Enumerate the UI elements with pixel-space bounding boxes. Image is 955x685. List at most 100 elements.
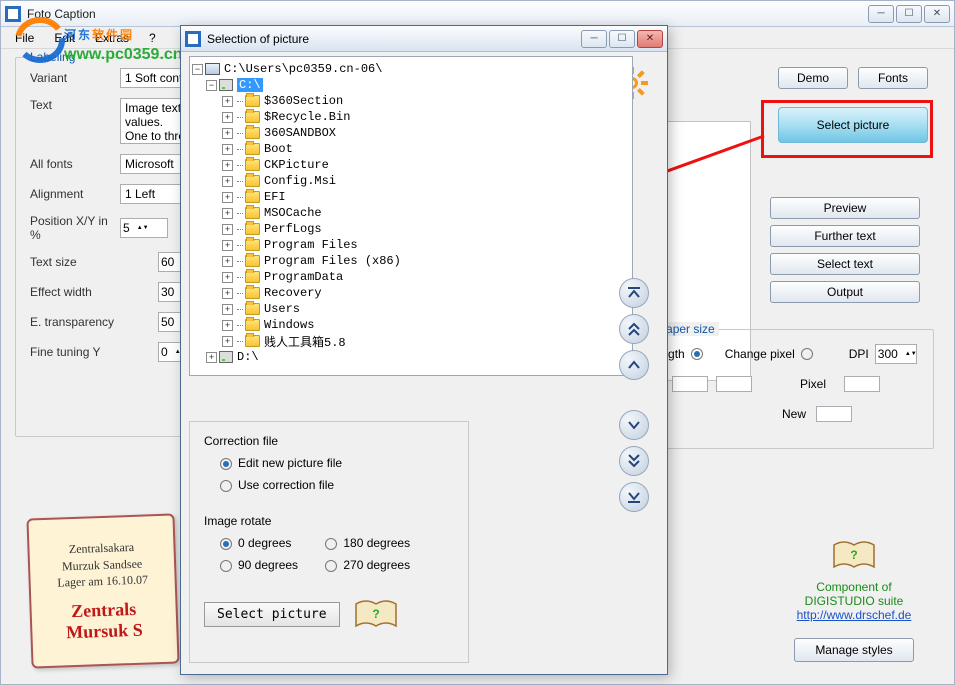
- expander-icon[interactable]: +: [222, 224, 233, 235]
- pixel-field-3[interactable]: [844, 376, 880, 392]
- expander-icon[interactable]: +: [222, 96, 233, 107]
- expander-icon[interactable]: +: [222, 256, 233, 267]
- menu-edit[interactable]: Edit: [46, 29, 83, 47]
- expander-icon[interactable]: +: [222, 160, 233, 171]
- nav-top-button[interactable]: [619, 278, 649, 308]
- computer-icon: [205, 63, 220, 75]
- expander-icon[interactable]: +: [222, 288, 233, 299]
- selection-dialog: Selection of picture ─ ☐ ✕ −C:\Users\pc0…: [180, 25, 668, 675]
- rot0-radio[interactable]: [220, 538, 232, 550]
- rot180-radio[interactable]: [325, 538, 337, 550]
- rot90-radio[interactable]: [220, 560, 232, 572]
- dialog-minimize-button[interactable]: ─: [581, 30, 607, 48]
- tree-folder[interactable]: +Config.Msi: [192, 173, 630, 189]
- expander-icon[interactable]: +: [206, 352, 217, 363]
- etrans-label: E. transparency: [30, 315, 120, 329]
- close-button[interactable]: ✕: [924, 5, 950, 23]
- svg-text:?: ?: [372, 607, 379, 621]
- tree-folder[interactable]: +360SANDBOX: [192, 125, 630, 141]
- tree-folder[interactable]: +$Recycle.Bin: [192, 109, 630, 125]
- select-picture-button[interactable]: Select picture: [778, 107, 928, 143]
- changelen-radio[interactable]: [691, 348, 703, 360]
- minimize-button[interactable]: ─: [868, 5, 894, 23]
- new-label: New: [782, 407, 806, 421]
- tree-folder[interactable]: +Users: [192, 301, 630, 317]
- changepx-radio[interactable]: [801, 348, 813, 360]
- expander-icon[interactable]: +: [222, 320, 233, 331]
- expander-icon[interactable]: +: [222, 208, 233, 219]
- further-text-button[interactable]: Further text: [770, 225, 920, 247]
- dpi-label: DPI: [849, 347, 869, 361]
- expander-icon[interactable]: +: [222, 144, 233, 155]
- expander-icon[interactable]: +: [222, 176, 233, 187]
- new-field[interactable]: [816, 406, 852, 422]
- tree-folder[interactable]: +Program Files: [192, 237, 630, 253]
- nav-up-button[interactable]: [619, 350, 649, 380]
- correction-legend: Correction file: [204, 434, 454, 448]
- manage-styles-button[interactable]: Manage styles: [794, 638, 914, 662]
- tree-folder[interactable]: +EFI: [192, 189, 630, 205]
- dialog-select-picture-button[interactable]: Select picture: [204, 602, 340, 627]
- expander-icon[interactable]: +: [222, 272, 233, 283]
- tree-folder[interactable]: +Boot: [192, 141, 630, 157]
- maximize-button[interactable]: ☐: [896, 5, 922, 23]
- main-titlebar: Foto Caption ─ ☐ ✕: [1, 1, 954, 27]
- folder-icon: [245, 159, 260, 171]
- folder-icon: [245, 207, 260, 219]
- pixel-field-1[interactable]: [672, 376, 708, 392]
- tree-root[interactable]: −C:\Users\pc0359.cn-06\: [192, 61, 630, 77]
- folder-icon: [245, 287, 260, 299]
- output-button[interactable]: Output: [770, 281, 920, 303]
- expander-icon[interactable]: −: [206, 80, 217, 91]
- fonts-button[interactable]: Fonts: [858, 67, 928, 89]
- expander-icon[interactable]: +: [222, 192, 233, 203]
- dialog-maximize-button[interactable]: ☐: [609, 30, 635, 48]
- nav-down-button[interactable]: [619, 410, 649, 440]
- edit-new-radio[interactable]: [220, 458, 232, 470]
- nav-pageup-button[interactable]: [619, 314, 649, 344]
- pixel-field-2[interactable]: [716, 376, 752, 392]
- position-x-input[interactable]: 5▲▼: [120, 218, 168, 238]
- tree-folder[interactable]: +MSOCache: [192, 205, 630, 221]
- position-label: Position X/Y in %: [30, 214, 120, 242]
- dialog-close-button[interactable]: ✕: [637, 30, 663, 48]
- rot270-radio[interactable]: [325, 560, 337, 572]
- finetune-label: Fine tuning Y: [30, 345, 120, 359]
- tree-folder[interactable]: +贱人工具箱5.8: [192, 333, 630, 349]
- expander-icon[interactable]: +: [222, 112, 233, 123]
- tree-folder[interactable]: +CKPicture: [192, 157, 630, 173]
- help-book-icon: ?: [832, 539, 876, 571]
- sample-stamp-1: Zentralsakara Murzuk Sandsee Lager am 16…: [26, 513, 179, 668]
- tree-folder[interactable]: +Windows: [192, 317, 630, 333]
- labeling-legend: Labeling: [26, 50, 79, 64]
- tree-folder[interactable]: +PerfLogs: [192, 221, 630, 237]
- tree-folder[interactable]: +Program Files (x86): [192, 253, 630, 269]
- drive-icon: [219, 79, 233, 91]
- tree-folder[interactable]: +$360Section: [192, 93, 630, 109]
- component-link[interactable]: http://www.drschef.de: [797, 608, 912, 622]
- expander-icon[interactable]: +: [222, 304, 233, 315]
- preview-button[interactable]: Preview: [770, 197, 920, 219]
- expander-icon[interactable]: +: [222, 240, 233, 251]
- textsize-label: Text size: [30, 255, 120, 269]
- folder-icon: [245, 319, 260, 331]
- menu-extras[interactable]: Extras: [87, 29, 137, 47]
- tree-drive-c[interactable]: −C:\: [192, 77, 630, 93]
- folder-tree[interactable]: −C:\Users\pc0359.cn-06\ −C:\ +$360Sectio…: [189, 56, 633, 376]
- dpi-input[interactable]: 300▲▼: [875, 344, 917, 364]
- nav-pagedown-button[interactable]: [619, 446, 649, 476]
- menu-file[interactable]: File: [7, 29, 42, 47]
- tree-drive-d[interactable]: +D:\: [192, 349, 630, 365]
- demo-button[interactable]: Demo: [778, 67, 848, 89]
- nav-bottom-button[interactable]: [619, 482, 649, 512]
- select-text-button[interactable]: Select text: [770, 253, 920, 275]
- expander-icon[interactable]: +: [222, 128, 233, 139]
- help-book-icon[interactable]: ?: [354, 598, 398, 630]
- tree-folder[interactable]: +ProgramData: [192, 269, 630, 285]
- tree-folder[interactable]: +Recovery: [192, 285, 630, 301]
- expander-icon[interactable]: −: [192, 64, 203, 75]
- drive-icon: [219, 351, 233, 363]
- expander-icon[interactable]: +: [222, 336, 233, 347]
- menu-help[interactable]: ?: [141, 29, 164, 47]
- use-correction-radio[interactable]: [220, 480, 232, 492]
